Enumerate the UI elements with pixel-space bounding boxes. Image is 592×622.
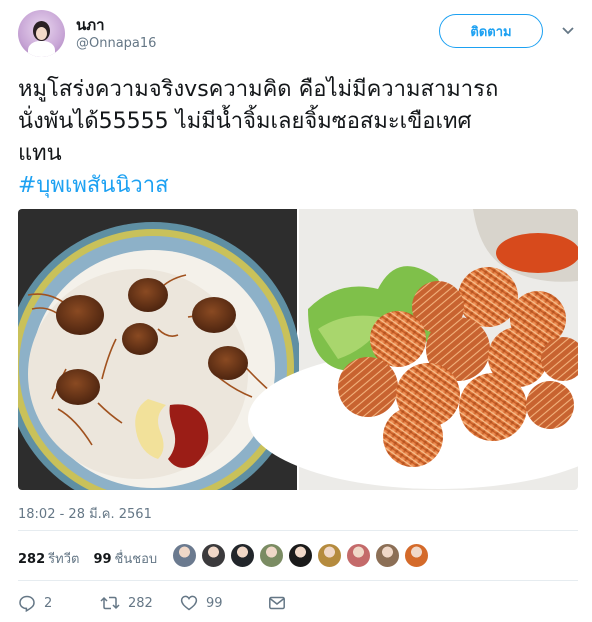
retweet-icon [100, 596, 120, 610]
avatar-face [36, 27, 47, 40]
reply-button[interactable]: 2 [18, 594, 100, 612]
retweet-action-count: 282 [128, 595, 153, 611]
author-avatar[interactable] [18, 10, 65, 57]
like-stat[interactable]: 99 ชื่นชอบ [93, 548, 157, 569]
author-handle[interactable]: @Onnapa16 [76, 36, 156, 51]
like-action-count: 99 [206, 595, 223, 611]
retweet-count: 282 [18, 552, 46, 567]
chevron-down-icon[interactable] [561, 24, 575, 38]
tweet-actions: 2 282 99 [18, 594, 286, 612]
tweet-line: นั่งพันได้55555 ไม่มีน้ำจิ้มเลยจิ้มซอสมะ… [18, 109, 472, 134]
liker-avatars [172, 543, 429, 568]
like-label: ชื่นชอบ [114, 552, 158, 567]
liker-avatar[interactable] [172, 543, 197, 568]
tweet-line: แทน [18, 141, 62, 166]
like-count: 99 [93, 552, 112, 567]
tweet-text: หมูโสร่งความจริงvsความคิด คือไม่มีความสา… [18, 74, 578, 202]
liker-avatar[interactable] [317, 543, 342, 568]
tweet-stats: 282 รีทวีต 99 ชื่นชอบ [18, 548, 157, 569]
follow-button[interactable]: ติดตาม [439, 14, 543, 48]
reply-icon [19, 595, 35, 612]
liker-avatar[interactable] [259, 543, 284, 568]
like-button[interactable]: 99 [180, 594, 268, 612]
left-photo [18, 209, 301, 490]
message-icon [269, 596, 285, 610]
divider [18, 580, 578, 581]
liker-avatar[interactable] [201, 543, 226, 568]
liker-avatar[interactable] [346, 543, 371, 568]
liker-avatar[interactable] [404, 543, 429, 568]
retweet-label: รีทวีต [48, 552, 80, 567]
retweet-stat[interactable]: 282 รีทวีต [18, 548, 79, 569]
liker-avatar[interactable] [288, 543, 313, 568]
divider [18, 530, 578, 531]
avatar-body [28, 41, 55, 57]
like-icon [180, 595, 198, 611]
direct-message-button[interactable] [268, 594, 286, 612]
reply-count: 2 [44, 595, 53, 611]
retweet-button[interactable]: 282 [100, 594, 180, 612]
liker-avatar[interactable] [375, 543, 400, 568]
hashtag-link[interactable]: #บุพเพสันนิวาส [18, 170, 578, 202]
tweet-timestamp[interactable]: 18:02 - 28 มี.ค. 2561 [18, 503, 152, 524]
tweet-line: หมูโสร่งความจริงvsความคิด คือไม่มีความสา… [18, 77, 499, 102]
author-name[interactable]: นภา [76, 13, 105, 37]
tweet-media[interactable] [18, 209, 578, 490]
liker-avatar[interactable] [230, 543, 255, 568]
